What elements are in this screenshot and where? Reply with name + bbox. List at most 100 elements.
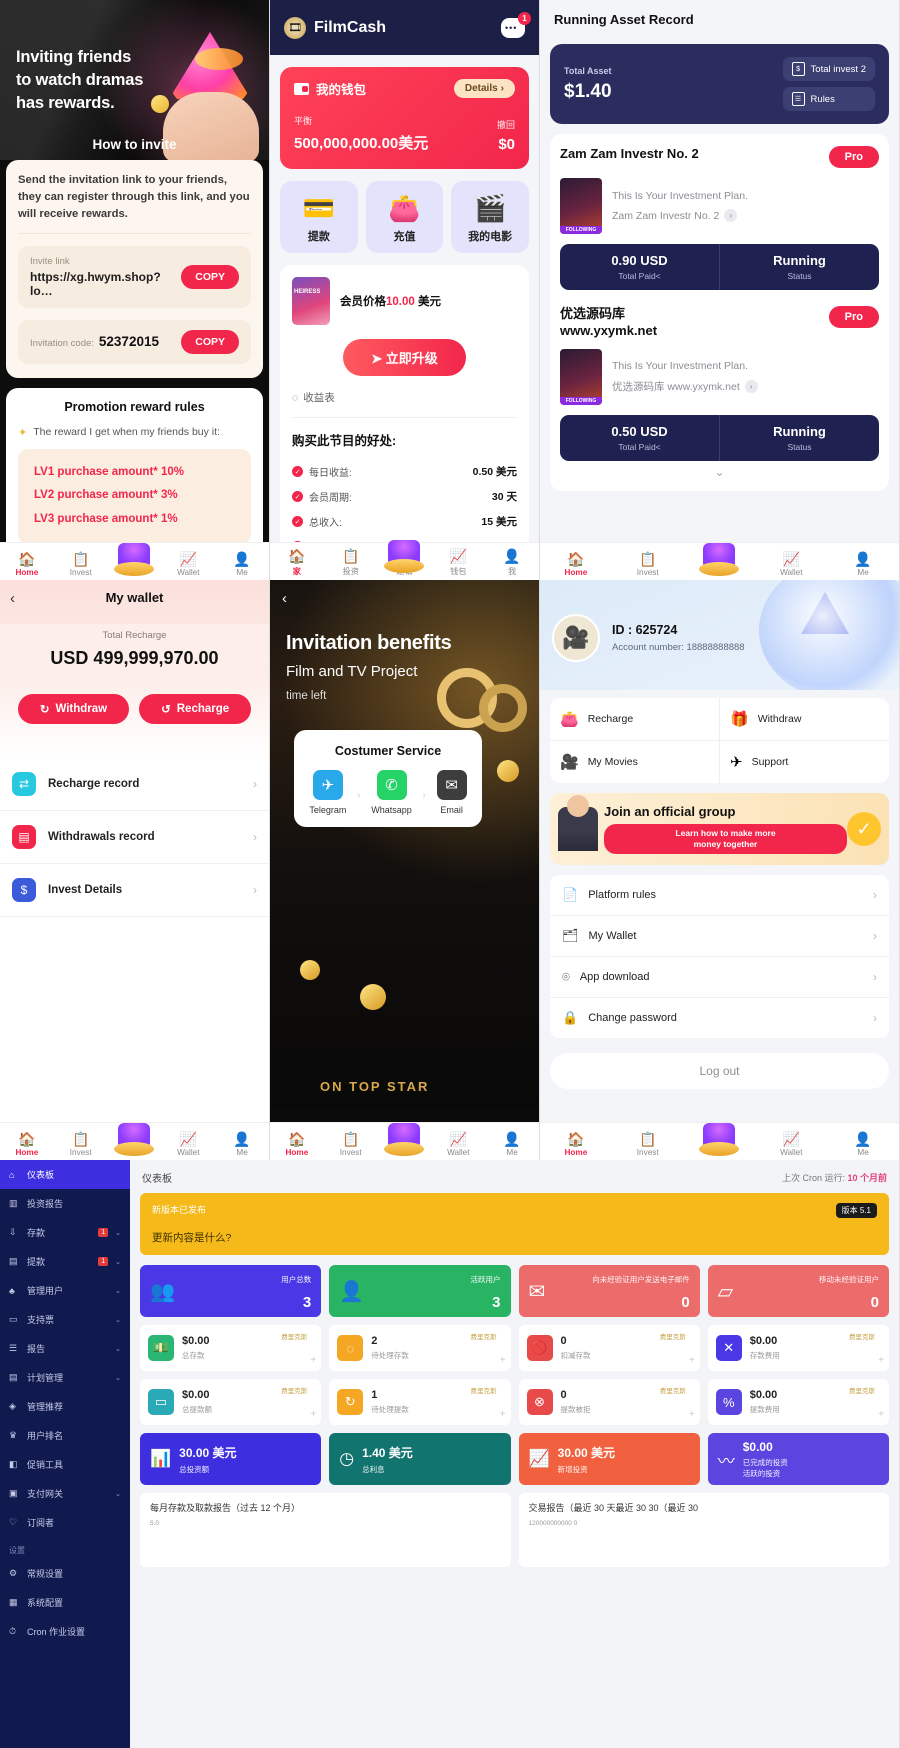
- recharge-button[interactable]: ↺ Recharge: [139, 694, 252, 724]
- sidebar-item-general-settings[interactable]: ⚙ 常规设置: [0, 1559, 130, 1588]
- stat-card-total-users[interactable]: 👥 用户总数 3: [140, 1265, 322, 1317]
- deposit-card-charge[interactable]: ✕ $0.00 存款费用 费里克斯 +: [707, 1325, 889, 1371]
- option-whatsapp[interactable]: ✆ Whatsapp: [371, 770, 412, 815]
- withdraw-button[interactable]: ↻ Withdraw: [17, 694, 130, 724]
- nav-item-me[interactable]: 👤 我: [485, 549, 539, 577]
- nav-item-home[interactable]: 🏠 家: [270, 549, 324, 577]
- nav-item-invite[interactable]: Invite: [108, 543, 162, 577]
- nav-item-wallet[interactable]: 📈 Wallet: [161, 1132, 215, 1158]
- invest-card-new[interactable]: 📈 30.00 美元 新增投资: [518, 1433, 700, 1485]
- withdraw-card-rejected[interactable]: ⊗ 0 提款被拒 费里克斯 +: [518, 1379, 700, 1425]
- sidebar-item-payment-gateway[interactable]: ▣ 支付网关 ⌄: [0, 1479, 130, 1508]
- sidebar-item-user-ranking[interactable]: ♛ 用户排名: [0, 1421, 130, 1450]
- menu-item-change-password[interactable]: 🔒 Change password ›: [550, 998, 889, 1039]
- nav-item-invest[interactable]: 📋 Invest: [612, 552, 684, 578]
- total-invest-button[interactable]: $ Total invest 2: [782, 57, 875, 81]
- stat-card-mobile-unverified[interactable]: ▱ 移动未经验证用户 0: [707, 1265, 889, 1317]
- nav-item-home[interactable]: 🏠 Home: [270, 1132, 324, 1158]
- menu-item-my-wallet[interactable]: 🗂 My Wallet ›: [550, 916, 889, 957]
- nav-item-invest[interactable]: 📋 Invest: [54, 552, 108, 578]
- sidebar-item-support-ticket[interactable]: ▭ 支持票 ⌄: [0, 1305, 130, 1334]
- copy-code-button[interactable]: COPY: [181, 329, 239, 354]
- sidebar-item-manage-users[interactable]: ♣ 管理用户 ⌄: [0, 1276, 130, 1305]
- investment-plan-name-row[interactable]: 优选源码库 www.yxymk.net ›: [612, 379, 758, 394]
- grid-item-recharge[interactable]: 👛 Recharge: [550, 698, 719, 740]
- copy-link-button[interactable]: COPY: [181, 264, 239, 289]
- nav-item-invite[interactable]: Invite: [684, 543, 756, 577]
- action-recharge[interactable]: 👛 充值: [365, 181, 444, 253]
- withdraw-card-charge[interactable]: % $0.00 提款费用 费里克斯 +: [707, 1379, 889, 1425]
- upgrade-button[interactable]: ➤ 立即升级: [343, 339, 466, 376]
- withdraw-card-total[interactable]: ▭ $0.00 总提款额 费里克斯 +: [140, 1379, 322, 1425]
- sidebar-item-promo-tools[interactable]: ◧ 促销工具: [0, 1450, 130, 1479]
- grid-item-support[interactable]: ✈ Support: [720, 741, 889, 783]
- action-my-movies[interactable]: 🎬 我的电影: [451, 181, 530, 253]
- rules-button[interactable]: ☰ Rules: [782, 87, 875, 111]
- nav-item-me[interactable]: 👤 Me: [827, 552, 899, 578]
- back-icon[interactable]: ‹: [282, 590, 287, 607]
- sidebar-item-reports[interactable]: ☰ 报告 ⌄: [0, 1334, 130, 1363]
- nav-item-wallet[interactable]: 📈 Wallet: [431, 1132, 485, 1158]
- menu-item-app-download[interactable]: ⌾ App download ›: [550, 957, 889, 998]
- vip-price-label: 会员价格: [340, 296, 386, 308]
- nav-item-invite[interactable]: Invite: [108, 1123, 162, 1157]
- nav-item-invest[interactable]: 📋 投资: [324, 549, 378, 577]
- chat-icon[interactable]: ••• 1: [501, 11, 531, 38]
- withdraw-card-pending[interactable]: ↻ 1 待处理提款 费里克斯 +: [329, 1379, 511, 1425]
- stat-card-email-unverified[interactable]: ✉ 向未经验证用户发送电子邮件 0: [518, 1265, 700, 1317]
- invest-card-total[interactable]: 📊 30.00 美元 总投资额: [140, 1433, 322, 1485]
- option-telegram[interactable]: ✈ Telegram: [309, 770, 346, 815]
- nav-item-invite[interactable]: Invite: [684, 1123, 756, 1157]
- action-withdraw[interactable]: 💳 提款: [280, 181, 358, 253]
- nav-item-wallet[interactable]: 📈 Wallet: [755, 552, 827, 578]
- grid-item-withdraw[interactable]: 🎁 Withdraw: [720, 698, 889, 740]
- invest-card-completed[interactable]: 〰 $0.00 已完成的投资 活跃的投资: [707, 1433, 889, 1485]
- nav-item-home[interactable]: 🏠 Home: [0, 1132, 54, 1158]
- nav-item-invite[interactable]: 邀请: [378, 540, 432, 577]
- nav-item-me[interactable]: 👤 Me: [215, 552, 269, 578]
- sidebar-item-cron[interactable]: ⏱ Cron 作业设置: [0, 1617, 130, 1646]
- deposit-card-total[interactable]: 💵 $0.00 总存款 费里克斯 +: [140, 1325, 322, 1371]
- option-email[interactable]: ✉ Email: [436, 770, 467, 815]
- deposit-card-rejected[interactable]: 🚫 0 扣减存款 费里克斯 +: [518, 1325, 700, 1371]
- nav-item-home[interactable]: 🏠 Home: [540, 552, 612, 578]
- sidebar-item-withdraw[interactable]: ▤ 提款 1 ⌄: [0, 1247, 130, 1276]
- sidebar-item-manage-referral[interactable]: ◈ 管理推荐: [0, 1392, 130, 1421]
- yield-table-row[interactable]: ◌ 收益表: [292, 390, 517, 418]
- nav-item-home[interactable]: 🏠 Home: [0, 552, 54, 578]
- notice-body[interactable]: 更新内容是什么?: [152, 1230, 877, 1245]
- stat-card-active-users[interactable]: 👤 活跃用户 3: [329, 1265, 511, 1317]
- nav-item-wallet[interactable]: 📈 Wallet: [755, 1132, 827, 1158]
- menu-item-platform-rules[interactable]: 📄 Platform rules ›: [550, 875, 889, 916]
- list-item-recharge-record[interactable]: ⇄ Recharge record ›: [0, 758, 269, 811]
- list-item-withdrawals-record[interactable]: ▤ Withdrawals record ›: [0, 811, 269, 864]
- sidebar-item-dashboard[interactable]: ⌂ 仪表板: [0, 1160, 130, 1189]
- pro-badge[interactable]: Pro: [828, 306, 879, 328]
- sidebar-item-subscribers[interactable]: ♡ 订阅者: [0, 1508, 130, 1537]
- invest-card-interest[interactable]: ◷ 1.40 美元 总利息: [329, 1433, 511, 1485]
- sidebar-item-investment-report[interactable]: ▥ 投资报告: [0, 1189, 130, 1218]
- investment-plan-name-row[interactable]: Zam Zam Investr No. 2 ›: [612, 209, 748, 222]
- nav-item-invite[interactable]: Invite: [378, 1123, 432, 1157]
- grid-item-my-movies[interactable]: 🎥 My Movies: [550, 741, 719, 783]
- details-button[interactable]: Details ›: [453, 79, 515, 98]
- nav-item-home[interactable]: 🏠 Home: [540, 1132, 612, 1158]
- sidebar-item-deposit[interactable]: ⇩ 存款 1 ⌄: [0, 1218, 130, 1247]
- nav-item-invest[interactable]: 📋 Invest: [612, 1132, 684, 1158]
- avatar[interactable]: 🎥: [552, 614, 600, 662]
- nav-item-me[interactable]: 👤 Me: [485, 1132, 539, 1158]
- nav-item-me[interactable]: 👤 Me: [827, 1132, 899, 1158]
- sidebar-item-system-config[interactable]: ▦ 系统配置: [0, 1588, 130, 1617]
- logout-button[interactable]: Log out: [550, 1053, 889, 1089]
- nav-item-invest[interactable]: 📋 Invest: [324, 1132, 378, 1158]
- deposit-card-pending[interactable]: ◌ 2 待处理存款 费里克斯 +: [329, 1325, 511, 1371]
- pro-badge[interactable]: Pro: [828, 146, 879, 168]
- nav-item-invest[interactable]: 📋 Invest: [54, 1132, 108, 1158]
- nav-item-wallet[interactable]: 📈 Wallet: [161, 552, 215, 578]
- list-item-invest-details[interactable]: $ Invest Details ›: [0, 864, 269, 917]
- expand-chevron-down-icon[interactable]: ⌄: [560, 461, 879, 487]
- sidebar-item-plan-management[interactable]: ▤ 计划管理 ⌄: [0, 1363, 130, 1392]
- nav-item-wallet[interactable]: 📈 钱包: [431, 549, 485, 577]
- official-group-banner[interactable]: Join an official group Learn how to make…: [550, 793, 889, 865]
- nav-item-me[interactable]: 👤 Me: [215, 1132, 269, 1158]
